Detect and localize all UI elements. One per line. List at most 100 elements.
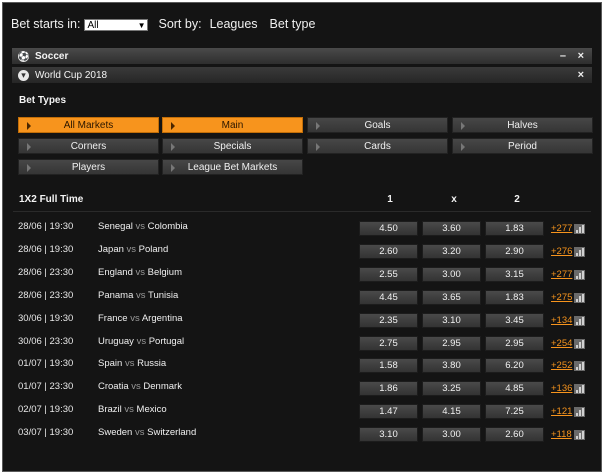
match-teams[interactable]: Croatia vs Denmark bbox=[98, 381, 182, 392]
bet-type-all-markets[interactable]: All Markets bbox=[18, 117, 159, 133]
bet-type-cards[interactable]: Cards bbox=[307, 138, 448, 154]
odds-home-button[interactable]: 2.75 bbox=[359, 335, 418, 351]
bet-starts-select[interactable]: All ▼ bbox=[84, 18, 149, 31]
stats-icon[interactable] bbox=[574, 246, 585, 257]
bet-type-halves[interactable]: Halves bbox=[452, 117, 593, 133]
bet-type-players[interactable]: Players bbox=[18, 159, 159, 175]
bet-type-league-bet-markets[interactable]: League Bet Markets bbox=[162, 159, 303, 175]
column-header-1: 1 bbox=[387, 194, 393, 205]
odds-home-button[interactable]: 1.47 bbox=[359, 404, 418, 420]
match-teams[interactable]: Japan vs Poland bbox=[98, 244, 168, 255]
odds-home-button[interactable]: 4.50 bbox=[359, 221, 418, 236]
odds-home-button[interactable]: 1.58 bbox=[359, 358, 418, 374]
home-team: France bbox=[98, 312, 128, 324]
match-datetime: 28/06 | 19:30 bbox=[18, 221, 74, 232]
stats-icon[interactable] bbox=[574, 384, 585, 395]
more-markets-link[interactable]: +254 bbox=[551, 336, 572, 351]
vs-label: vs bbox=[124, 404, 134, 416]
match-row: 02/07 | 19:30 Brazil vs Mexico 1.47 4.15 7.2… bbox=[3, 404, 603, 420]
bet-type-goals[interactable]: Goals bbox=[307, 117, 448, 133]
more-markets-link[interactable]: +275 bbox=[551, 290, 572, 305]
close-icon[interactable]: × bbox=[578, 48, 584, 64]
stats-icon[interactable] bbox=[574, 224, 585, 234]
match-datetime: 01/07 | 19:30 bbox=[18, 358, 74, 370]
match-teams[interactable]: Sweden vs Switzerland bbox=[98, 427, 196, 438]
match-row: 03/07 | 19:30 Sweden vs Switzerland 3.10 3.… bbox=[3, 427, 603, 443]
more-markets-link[interactable]: +121 bbox=[551, 404, 572, 419]
odds-draw-button[interactable]: 3.65 bbox=[422, 289, 481, 305]
odds-draw-button[interactable]: 4.15 bbox=[422, 404, 481, 420]
odds-away-button[interactable]: 4.85 bbox=[485, 381, 544, 397]
odds-draw-button[interactable]: 2.95 bbox=[422, 335, 481, 351]
odds-away-button[interactable]: 6.20 bbox=[485, 358, 544, 374]
more-markets-link[interactable]: +277 bbox=[551, 221, 572, 236]
arrow-right-icon bbox=[27, 164, 31, 172]
odds-draw-button[interactable]: 3.00 bbox=[422, 266, 481, 282]
match-teams[interactable]: France vs Argentina bbox=[98, 313, 183, 324]
bet-type-corners[interactable]: Corners bbox=[18, 138, 159, 154]
odds-home-button[interactable]: 3.10 bbox=[359, 427, 418, 443]
more-markets-link[interactable]: +276 bbox=[551, 244, 572, 259]
odds-home-button[interactable]: 2.60 bbox=[359, 243, 418, 259]
collapse-icon[interactable]: ▾ bbox=[18, 69, 29, 81]
stats-icon[interactable] bbox=[574, 315, 585, 326]
match-teams[interactable]: Spain vs Russia bbox=[98, 358, 166, 369]
sort-bet-type-link[interactable]: Bet type bbox=[270, 17, 316, 31]
close-icon[interactable]: × bbox=[578, 67, 584, 83]
odds-draw-button[interactable]: 3.20 bbox=[422, 243, 481, 259]
odds-away-button[interactable]: 3.45 bbox=[485, 312, 544, 328]
bet-type-period[interactable]: Period bbox=[452, 138, 593, 154]
sport-header[interactable]: ⚽ Soccer – × bbox=[12, 48, 592, 64]
more-markets-link[interactable]: +277 bbox=[551, 267, 572, 282]
stats-icon[interactable] bbox=[574, 292, 585, 303]
odds-away-button[interactable]: 2.60 bbox=[485, 427, 544, 443]
home-team: England bbox=[98, 266, 133, 278]
bet-type-label: Specials bbox=[213, 141, 252, 152]
odds-away-button[interactable]: 1.83 bbox=[485, 221, 544, 236]
odds-home-button[interactable]: 4.45 bbox=[359, 289, 418, 305]
match-teams[interactable]: Senegal vs Colombia bbox=[98, 221, 188, 232]
away-team: Argentina bbox=[141, 312, 183, 324]
column-header-2: 2 bbox=[514, 194, 520, 205]
stats-icon[interactable] bbox=[574, 338, 585, 349]
bet-type-specials[interactable]: Specials bbox=[162, 138, 303, 154]
stats-icon[interactable] bbox=[574, 361, 585, 372]
match-datetime: 01/07 | 23:30 bbox=[18, 381, 74, 393]
odds-away-button[interactable]: 2.95 bbox=[485, 335, 544, 351]
vs-label: vs bbox=[131, 381, 141, 393]
minimize-icon[interactable]: – bbox=[560, 48, 566, 64]
more-markets-link[interactable]: +136 bbox=[551, 381, 572, 396]
more-markets-link[interactable]: +134 bbox=[551, 313, 572, 328]
odds-draw-button[interactable]: 3.10 bbox=[422, 312, 481, 328]
league-title: World Cup 2018 bbox=[35, 69, 108, 81]
vs-label: vs bbox=[124, 358, 135, 370]
match-datetime: 28/06 | 19:30 bbox=[18, 243, 74, 255]
match-teams[interactable]: England vs Belgium bbox=[98, 267, 182, 278]
stats-icon[interactable] bbox=[574, 430, 585, 441]
odds-draw-button[interactable]: 3.00 bbox=[422, 427, 481, 443]
odds-draw-button[interactable]: 3.25 bbox=[422, 381, 481, 397]
more-markets-link[interactable]: +118 bbox=[551, 427, 572, 442]
stats-icon[interactable] bbox=[574, 407, 585, 418]
stats-icon[interactable] bbox=[574, 269, 585, 280]
odds-away-button[interactable]: 2.90 bbox=[485, 243, 544, 259]
odds-away-button[interactable]: 1.83 bbox=[485, 289, 544, 305]
bet-type-main[interactable]: Main bbox=[162, 117, 303, 133]
odds-home-button[interactable]: 1.86 bbox=[359, 381, 418, 397]
odds-away-button[interactable]: 7.25 bbox=[485, 404, 544, 420]
match-row: 28/06 | 23:30 England vs Belgium 2.55 3.00 3… bbox=[3, 266, 603, 282]
match-teams[interactable]: Panama vs Tunisia bbox=[98, 290, 178, 301]
away-team: Denmark bbox=[143, 381, 182, 393]
sort-leagues-link[interactable]: Leagues bbox=[210, 17, 258, 31]
match-teams[interactable]: Uruguay vs Portugal bbox=[98, 336, 184, 347]
match-datetime: 03/07 | 19:30 bbox=[18, 427, 74, 439]
odds-draw-button[interactable]: 3.80 bbox=[422, 358, 481, 374]
odds-home-button[interactable]: 2.35 bbox=[359, 312, 418, 328]
bet-type-label: Players bbox=[71, 162, 106, 173]
odds-draw-button[interactable]: 3.60 bbox=[422, 221, 481, 236]
odds-home-button[interactable]: 2.55 bbox=[359, 266, 418, 282]
league-header[interactable]: ▾ World Cup 2018 × bbox=[12, 67, 592, 83]
odds-away-button[interactable]: 3.15 bbox=[485, 266, 544, 282]
more-markets-link[interactable]: +252 bbox=[551, 358, 572, 373]
match-teams[interactable]: Brazil vs Mexico bbox=[98, 404, 167, 415]
